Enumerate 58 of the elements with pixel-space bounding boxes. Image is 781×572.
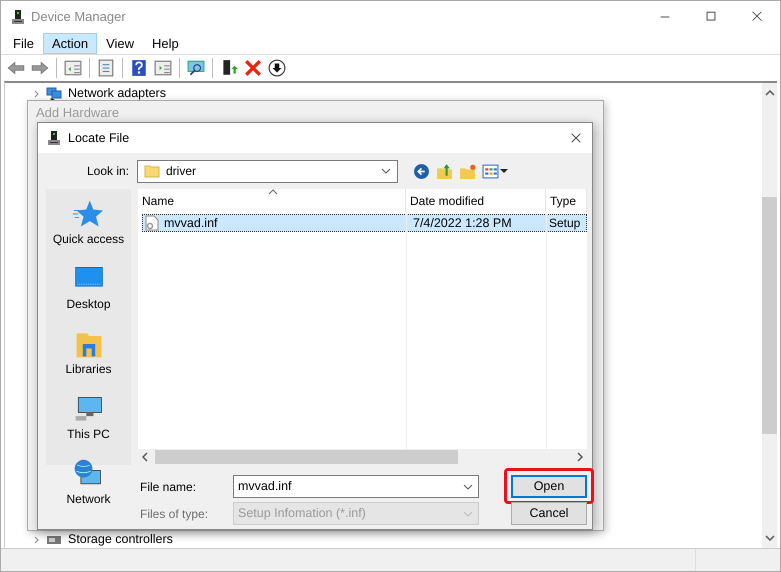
new-folder-icon[interactable] [459,162,476,180]
file-name: mvvad.inf [164,214,218,232]
place-item[interactable]: This PC [67,427,110,441]
file-type: Setup [548,215,580,232]
tree-item[interactable]: Storage controllers [68,531,173,548]
file-name-field[interactable]: mvvad.inf [233,475,479,498]
place-item[interactable]: Libraries [65,362,112,376]
panel-icon[interactable] [64,59,82,77]
file-name-label: File name: [140,478,198,496]
scroll-up-icon[interactable] [764,89,774,97]
folder-icon [144,163,160,179]
place-item[interactable]: Network [66,492,110,506]
uninstall-icon[interactable] [244,59,262,77]
dialog-button[interactable]: Open [511,475,587,498]
column-header[interactable]: Type [546,189,587,212]
file-row[interactable]: mvvad.inf 7/4/2022 1:28 PM Setup [142,214,587,232]
panel-icon[interactable] [154,59,172,77]
column-header[interactable]: Name [138,189,406,212]
dialog-button[interactable]: Cancel [511,502,587,525]
look-in-dropdown[interactable]: driver [137,160,398,182]
place-item[interactable]: Desktop [66,297,111,311]
menu-item[interactable]: Action [42,33,98,54]
tree-item[interactable]: Network adapters [68,85,166,102]
scrollbar-thumb[interactable] [762,197,777,434]
menu-item[interactable]: View [97,33,144,54]
back-icon[interactable] [7,59,25,77]
file-type-label: Files of type: [140,506,210,522]
menu-item[interactable]: File [4,33,43,54]
menu-item[interactable]: Help [143,33,188,54]
scrollbar-thumb[interactable] [155,450,458,464]
properties-icon[interactable] [97,59,115,77]
dropdown-value: driver [166,163,196,180]
app-icon [46,130,62,146]
dialog-title: Locate File [68,130,130,147]
close-icon[interactable] [570,132,582,144]
scrollbar[interactable] [762,83,777,548]
dialog-title: Add Hardware [35,104,120,120]
scroll-right-icon[interactable] [577,452,583,462]
view-menu-button[interactable] [482,162,508,180]
column-header[interactable]: Date modified [406,189,546,212]
scroll-down-icon[interactable] [764,534,774,542]
file-icon [144,215,160,231]
monitor-search-icon[interactable] [187,59,205,77]
window-title: Device Manager [31,8,126,26]
dropdown-caret-icon[interactable] [381,168,391,174]
help-icon[interactable] [130,59,148,77]
download-icon[interactable] [268,59,286,77]
dropdown-caret-icon[interactable] [463,484,473,490]
view-grid-icon [482,162,499,180]
app-icon [10,9,26,25]
place-item[interactable]: Quick access [52,232,124,246]
back-icon[interactable] [413,162,430,180]
look-in-label: Look in: [86,163,130,180]
forward-icon[interactable] [31,59,49,77]
file-date: 7/4/2022 1:28 PM [412,214,513,232]
dropdown-caret-icon [500,169,508,173]
folder-up-icon[interactable] [436,162,453,180]
scroll-left-icon[interactable] [142,452,148,462]
